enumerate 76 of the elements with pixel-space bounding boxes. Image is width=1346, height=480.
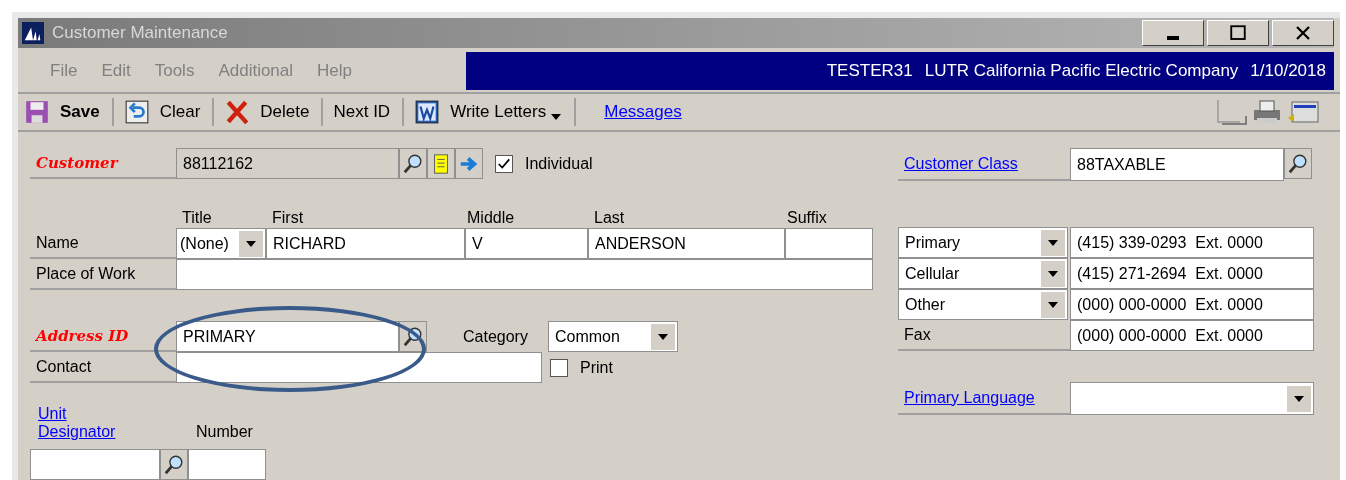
column-header: Title (181, 209, 213, 227)
column-header: Middle (466, 209, 516, 227)
document-w-icon (414, 99, 441, 125)
column-header: First (271, 209, 305, 227)
next-id-button[interactable]: Next ID (333, 98, 405, 126)
session-date: 1/10/2018 (1250, 61, 1326, 81)
note-button[interactable] (427, 148, 455, 179)
category-select[interactable]: Common (547, 321, 678, 352)
checkbox[interactable] (495, 154, 513, 173)
number-field[interactable] (188, 449, 266, 480)
maximize-button[interactable] (1207, 20, 1269, 46)
phone-number-field[interactable]: (415) 339-0293 Ext. 0000 (1070, 227, 1314, 258)
field-label: Number (196, 423, 253, 441)
suffix-field[interactable] (785, 228, 873, 259)
middle-name-field[interactable]: V (465, 228, 588, 259)
maximize-icon (1229, 24, 1247, 42)
customer-id-field[interactable]: 88112162 (176, 148, 399, 179)
unit-designator-link[interactable]: Unit Designator (30, 405, 138, 441)
search-icon (1287, 152, 1309, 175)
phone-type-select[interactable]: Primary (898, 227, 1068, 258)
dropdown-arrow-button[interactable] (1041, 229, 1065, 256)
field-label: Category (463, 326, 528, 347)
next-arrow-button[interactable] (455, 148, 483, 179)
dropdown-arrow-button[interactable] (1041, 260, 1065, 287)
caret-icon (656, 332, 669, 341)
window-screen-icon (1286, 98, 1320, 126)
search-icon (402, 325, 424, 348)
minimize-button[interactable] (1142, 20, 1204, 46)
dropdown-arrow-button[interactable] (1041, 291, 1065, 318)
user-id: TESTER31 (826, 61, 913, 81)
minimize-icon (1167, 36, 1179, 40)
caret-icon (1293, 394, 1305, 403)
caret-icon (1047, 300, 1059, 309)
write-letters-button[interactable]: Write Letters (414, 98, 577, 126)
caret-icon (245, 239, 257, 248)
dropdown-arrow-button[interactable] (239, 230, 263, 257)
close-button[interactable] (1272, 20, 1334, 46)
logo-icon (22, 22, 44, 44)
search-icon (402, 152, 424, 175)
dropdown-arrow-button[interactable] (1287, 385, 1311, 412)
unit-designator-field[interactable] (30, 449, 160, 480)
delete-button[interactable]: Delete (224, 98, 324, 126)
phone-type-select[interactable]: Other (898, 289, 1068, 320)
messages-link[interactable]: Messages (604, 102, 682, 122)
column-header: Last (593, 209, 626, 227)
first-name-field[interactable]: RICHARD (266, 228, 465, 259)
company-name: LUTR California Pacific Electric Company (924, 61, 1239, 81)
customer-class-field[interactable]: 88TAXABLE (1070, 148, 1284, 181)
check-icon (497, 156, 511, 171)
lookup-button[interactable] (160, 449, 188, 480)
caret-icon (1047, 269, 1059, 278)
close-icon (1294, 24, 1312, 42)
phone-number-field[interactable]: (415) 271-2694 Ext. 0000 (1070, 258, 1314, 289)
checkbox-label: Individual (525, 153, 593, 174)
page-outline-icon (1214, 98, 1248, 126)
save-button[interactable]: Save (24, 98, 114, 126)
lookup-button[interactable] (399, 148, 427, 179)
checkbox-label: Print (580, 357, 613, 378)
phone-number-field[interactable]: (000) 000-0000 Ext. 0000 (1070, 320, 1314, 351)
dropdown-arrow-button[interactable] (650, 323, 675, 350)
caret-icon (1047, 238, 1059, 247)
place-of-work-field[interactable] (176, 259, 873, 290)
search-icon (163, 453, 185, 476)
phone-type-select[interactable]: Cellular (898, 258, 1068, 289)
last-name-field[interactable]: ANDERSON (588, 228, 785, 259)
address-id-field[interactable]: PRIMARY (176, 321, 399, 352)
phone-number-field[interactable]: (000) 000-0000 Ext. 0000 (1070, 289, 1314, 320)
lookup-button[interactable] (1284, 148, 1312, 179)
checkbox[interactable] (550, 358, 568, 377)
title-select[interactable]: (None) (176, 228, 266, 259)
window-title: Customer Maintenance (52, 23, 229, 43)
caret-icon (550, 113, 563, 121)
clear-button[interactable]: Clear (123, 98, 215, 126)
column-header: Suffix (786, 209, 828, 227)
cross-icon (224, 99, 251, 125)
contact-field[interactable] (176, 352, 542, 383)
